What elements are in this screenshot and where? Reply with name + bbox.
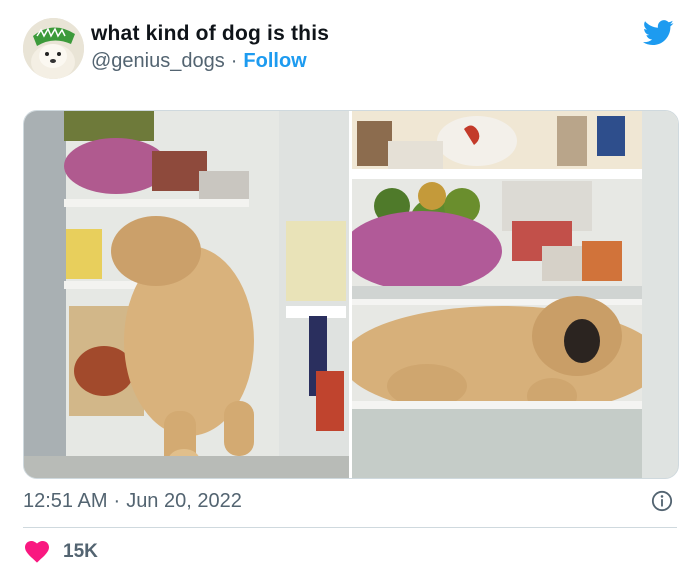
author-handle[interactable]: @genius_dogs — [91, 50, 225, 72]
follow-button[interactable]: Follow — [243, 50, 306, 72]
media-photo-1[interactable] — [24, 111, 349, 478]
timestamp-separator: · — [113, 490, 121, 512]
puppy-sleeping-in-fridge-photo — [352, 111, 678, 478]
tweet-time: 12:51 AM — [23, 490, 108, 512]
puppy-head-in-fridge-photo — [24, 111, 349, 478]
divider — [23, 527, 677, 528]
media-photo-2[interactable] — [352, 111, 678, 478]
heart-icon[interactable] — [25, 541, 49, 563]
tweet-timestamp[interactable]: 12:51 AM · Jun 20, 2022 — [23, 490, 242, 513]
tweet-media-grid — [23, 110, 679, 479]
author-handle-row: @genius_dogs · Follow — [91, 50, 307, 73]
twitter-bird-icon[interactable] — [643, 20, 674, 46]
tweet-card: what kind of dog is this @genius_dogs · Fo… — [0, 0, 700, 581]
like-count: 15K — [63, 541, 98, 562]
avatar[interactable] — [23, 18, 84, 79]
avatar-image — [23, 18, 84, 79]
handle-separator: · — [230, 50, 238, 72]
tweet-date: Jun 20, 2022 — [126, 490, 242, 512]
info-icon[interactable] — [651, 490, 673, 512]
author-display-name[interactable]: what kind of dog is this — [91, 22, 329, 46]
like-action[interactable]: 15K — [25, 541, 98, 563]
